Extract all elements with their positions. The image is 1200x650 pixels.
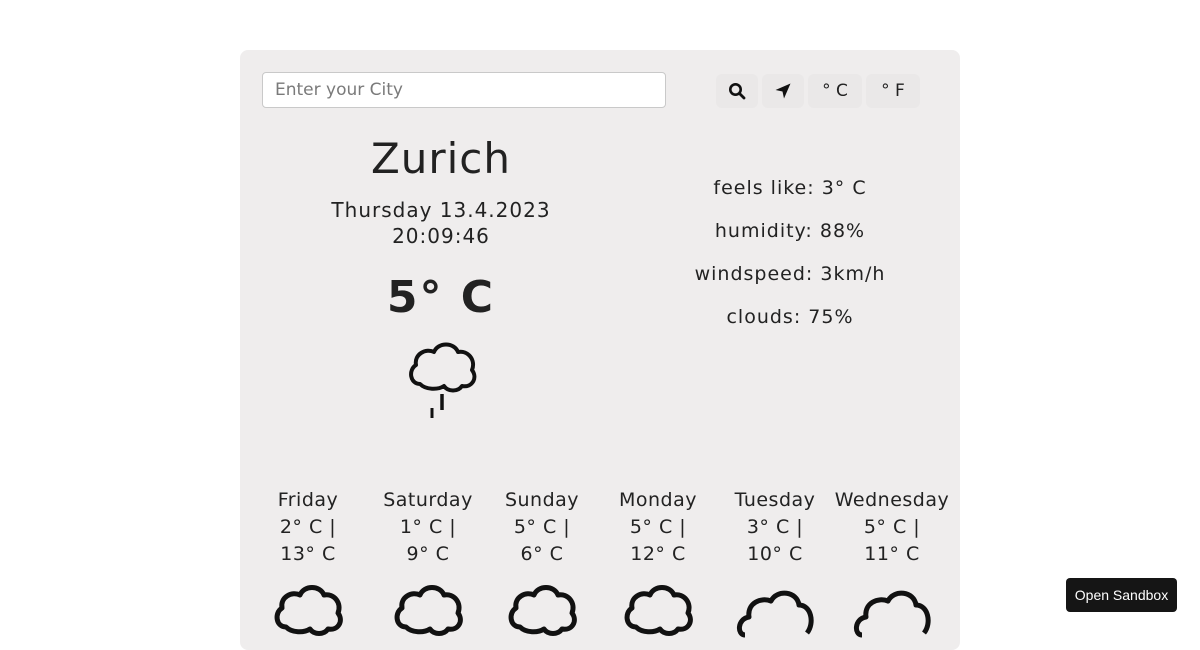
forecast-min-temp: 5° C | <box>863 516 921 538</box>
fahrenheit-button[interactable]: ° F <box>866 74 920 108</box>
current-location-button[interactable] <box>762 74 804 108</box>
windspeed-text: windspeed: 3km/h <box>694 263 886 285</box>
cloud-rain-icon <box>409 342 477 418</box>
forecast-max-temp: 6° C <box>520 543 564 565</box>
open-sandbox-button[interactable]: Open Sandbox <box>1066 578 1177 612</box>
search-icon <box>729 83 746 100</box>
city-search-input[interactable] <box>262 72 666 108</box>
clouds-text: clouds: 75% <box>726 306 854 328</box>
forecast-day: Monday 5° C | 12° C <box>598 488 718 648</box>
forecast-max-temp: 10° C <box>747 543 803 565</box>
forecast-day-name: Friday <box>277 489 339 511</box>
cloud-rain-icon <box>624 585 693 636</box>
forecast-max-temp: 9° C <box>406 543 450 565</box>
forecast-min-temp: 5° C | <box>629 516 687 538</box>
current-temperature: 5° C <box>386 272 496 323</box>
forecast-day: Wednesday 5° C | 11° C <box>832 488 952 648</box>
forecast-max-temp: 13° C <box>280 543 336 565</box>
cloud-rain-icon <box>508 585 577 636</box>
forecast-min-temp: 2° C | <box>279 516 337 538</box>
humidity-text: humidity: 88% <box>714 220 866 242</box>
forecast-max-temp: 11° C <box>864 543 920 565</box>
search-button[interactable] <box>716 74 758 108</box>
celsius-button[interactable]: ° C <box>808 74 862 108</box>
forecast-min-temp: 3° C | <box>746 516 804 538</box>
feels-like-text: feels like: 3° C <box>713 177 867 199</box>
cloud-rain-icon <box>274 585 343 636</box>
forecast-day-name: Saturday <box>383 489 473 511</box>
cloud-icon <box>854 590 931 638</box>
forecast-day: Friday 2° C | 13° C <box>248 488 368 648</box>
weather-card: ° C ° F Zurich Thursday 13.4.2023 20:09:… <box>240 50 960 650</box>
city-name: Zurich <box>370 134 512 183</box>
current-date: Thursday 13.4.2023 <box>331 198 551 222</box>
current-time: 20:09:46 <box>392 224 490 248</box>
forecast-min-temp: 5° C | <box>513 516 571 538</box>
forecast-max-temp: 12° C <box>630 543 686 565</box>
location-arrow-icon <box>775 83 791 99</box>
forecast-day: Saturday 1° C | 9° C <box>368 488 488 648</box>
forecast-day: Tuesday 3° C | 10° C <box>715 488 835 648</box>
forecast-day-name: Wednesday <box>834 489 950 511</box>
forecast-row: Friday 2° C | 13° C Saturday 1° C | 9° C… <box>248 488 968 648</box>
forecast-day-name: Sunday <box>504 489 580 511</box>
cloud-rain-icon <box>394 585 463 636</box>
forecast-day-name: Tuesday <box>734 489 816 511</box>
weather-details: feels like: 3° C humidity: 88% windspeed… <box>670 176 910 348</box>
forecast-min-temp: 1° C | <box>399 516 457 538</box>
cloud-icon <box>737 590 814 638</box>
forecast-day-name: Monday <box>618 489 697 511</box>
forecast-day: Sunday 5° C | 6° C <box>482 488 602 648</box>
